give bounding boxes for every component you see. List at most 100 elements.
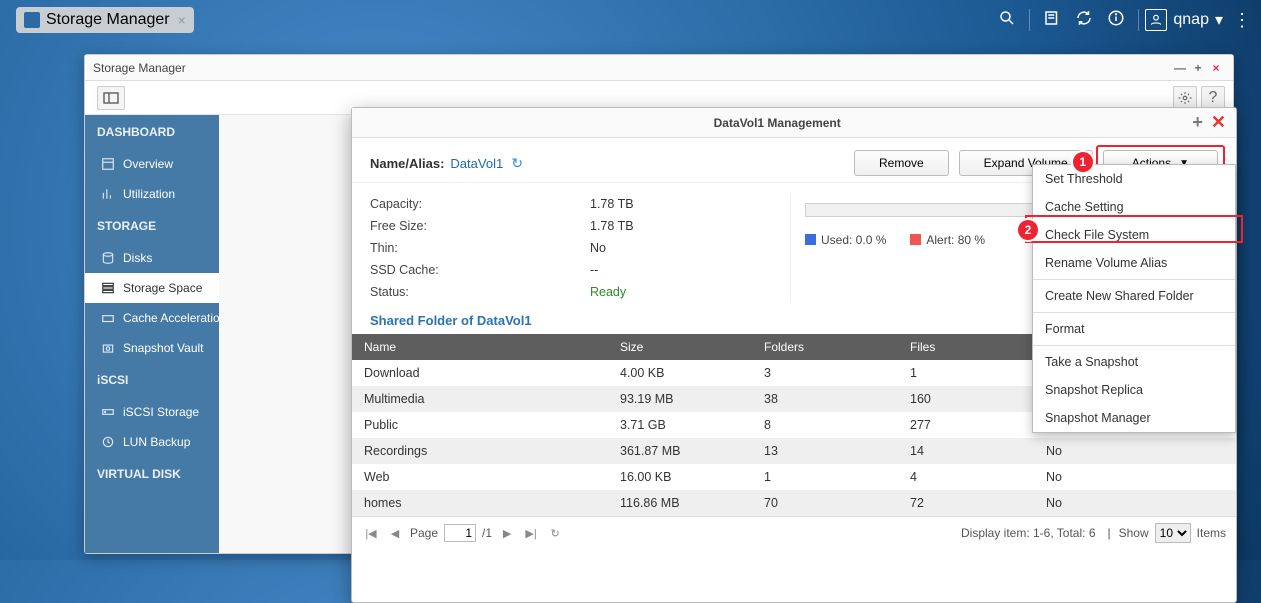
panel-toggle-button[interactable]: [97, 86, 125, 110]
minimize-button[interactable]: —: [1171, 61, 1189, 75]
storage-manager-icon: [24, 12, 40, 28]
maximize-button[interactable]: +: [1189, 61, 1207, 75]
sidebar-item-label: Storage Space: [123, 281, 202, 295]
close-icon[interactable]: ✕: [1211, 112, 1226, 133]
topbar: Storage Manager × qnap ▾ ⋮: [0, 0, 1261, 40]
help-button[interactable]: ?: [1201, 86, 1225, 110]
sidebar-item-lun-backup[interactable]: LUN Backup: [85, 427, 219, 457]
refresh-icon[interactable]: ↻: [511, 155, 523, 172]
sidebar-item-label: Overview: [123, 157, 173, 171]
info-icon[interactable]: [1100, 9, 1132, 32]
dd-rename-volume-alias[interactable]: Rename Volume Alias: [1033, 249, 1235, 277]
col-size[interactable]: Size: [608, 340, 752, 354]
snapshot-icon: [101, 341, 115, 355]
sidebar-item-utilization[interactable]: Utilization: [85, 179, 219, 209]
cell-name: Multimedia: [352, 392, 608, 406]
dd-set-threshold[interactable]: Set Threshold: [1033, 165, 1235, 193]
annotation-badge-1: 1: [1073, 152, 1093, 172]
dropdown-separator: [1033, 345, 1235, 346]
close-icon[interactable]: ×: [178, 12, 186, 28]
pager-next[interactable]: ▶: [498, 527, 516, 540]
sidebar-item-disks[interactable]: Disks: [85, 243, 219, 273]
sidebar-item-cache-acceleration[interactable]: Cache Acceleration: [85, 303, 219, 333]
sidebar-section-storage: STORAGE: [85, 209, 219, 243]
notes-icon[interactable]: [1036, 9, 1068, 32]
sidebar-item-overview[interactable]: Overview: [85, 149, 219, 179]
cell-extra: No: [1034, 496, 1236, 510]
dd-take-snapshot[interactable]: Take a Snapshot: [1033, 348, 1235, 376]
sidebar-item-snapshot-vault[interactable]: Snapshot Vault: [85, 333, 219, 363]
cell-extra: No: [1034, 444, 1236, 458]
cell-files: 72: [898, 496, 1034, 510]
iscsi-icon: [101, 405, 115, 419]
pager-prev[interactable]: ◀: [386, 527, 404, 540]
pager-refresh-icon[interactable]: ↻: [546, 527, 564, 540]
sidebar-item-label: iSCSI Storage: [123, 405, 199, 419]
more-icon[interactable]: ⋮: [1233, 10, 1251, 31]
sync-icon[interactable]: [1068, 9, 1100, 32]
sidebar-item-label: LUN Backup: [123, 435, 190, 449]
add-button[interactable]: +: [1192, 112, 1203, 133]
table-row[interactable]: Web16.00 KB14No: [352, 464, 1236, 490]
col-name[interactable]: Name: [352, 340, 608, 354]
pager-first[interactable]: |◀: [362, 527, 380, 540]
dropdown-separator: [1033, 312, 1235, 313]
sidebar-item-label: Snapshot Vault: [123, 341, 204, 355]
sidebar-section-iscsi: iSCSI: [85, 363, 219, 397]
close-button[interactable]: ×: [1207, 61, 1225, 75]
pager-items-label: Items: [1197, 526, 1226, 540]
dialog-titlebar: DataVol1 Management + ✕: [352, 108, 1236, 138]
cache-icon: [101, 311, 115, 325]
dd-snapshot-replica[interactable]: Snapshot Replica: [1033, 376, 1235, 404]
sidebar-item-label: Disks: [123, 251, 152, 265]
table-row[interactable]: Recordings361.87 MB1314No: [352, 438, 1236, 464]
free-size-label: Free Size:: [370, 219, 590, 233]
legend-alert-label: Alert: 80 %: [926, 233, 985, 247]
pager-page-label: Page: [410, 526, 438, 540]
dropdown-separator: [1033, 279, 1235, 280]
dd-create-shared-folder[interactable]: Create New Shared Folder: [1033, 282, 1235, 310]
cell-size: 4.00 KB: [608, 366, 752, 380]
pager-page-total: /1: [482, 526, 492, 540]
sidebar-section-virtual-disk: VIRTUAL DISK: [85, 457, 219, 491]
dd-snapshot-manager[interactable]: Snapshot Manager: [1033, 404, 1235, 432]
legend-alert-swatch: [910, 234, 921, 245]
cell-folders: 70: [752, 496, 898, 510]
col-folders[interactable]: Folders: [752, 340, 898, 354]
capacity-value: 1.78 TB: [590, 197, 634, 211]
pager-last[interactable]: ▶|: [522, 527, 540, 540]
dd-check-file-system[interactable]: Check File System: [1033, 221, 1235, 249]
sidebar-item-storage-space[interactable]: Storage Space: [85, 273, 219, 303]
cell-name: Public: [352, 418, 608, 432]
cell-size: 361.87 MB: [608, 444, 752, 458]
window-titlebar: Storage Manager — + ×: [85, 55, 1233, 81]
free-size-value: 1.78 TB: [590, 219, 634, 233]
cell-size: 93.19 MB: [608, 392, 752, 406]
cell-folders: 38: [752, 392, 898, 406]
cell-files: 277: [898, 418, 1034, 432]
table-row[interactable]: homes116.86 MB7072No: [352, 490, 1236, 516]
dd-format[interactable]: Format: [1033, 315, 1235, 343]
sidebar-item-iscsi-storage[interactable]: iSCSI Storage: [85, 397, 219, 427]
legend-alert: Alert: 80 %: [910, 233, 985, 247]
pager: |◀ ◀ Page /1 ▶ ▶| ↻ Display item: 1-6, T…: [352, 516, 1236, 549]
pager-show-select[interactable]: 10: [1155, 523, 1191, 543]
dialog-title: DataVol1 Management: [362, 116, 1192, 130]
cell-extra: No: [1034, 470, 1236, 484]
legend-used-swatch: [805, 234, 816, 245]
remove-button[interactable]: Remove: [854, 150, 949, 176]
pager-show-label: Show: [1119, 526, 1149, 540]
name-alias-label: Name/Alias:: [370, 156, 444, 171]
cell-size: 3.71 GB: [608, 418, 752, 432]
cell-name: homes: [352, 496, 608, 510]
user-menu[interactable]: qnap ▾: [1145, 9, 1223, 31]
search-icon[interactable]: [991, 9, 1023, 32]
pager-page-input[interactable]: [444, 524, 476, 542]
col-files[interactable]: Files: [898, 340, 1034, 354]
main-area: Manage DataVol1 Management + ✕ Name/Alia…: [219, 115, 1233, 553]
thin-label: Thin:: [370, 241, 590, 255]
taskbar-tab[interactable]: Storage Manager ×: [16, 7, 194, 33]
gear-button[interactable]: [1173, 86, 1197, 110]
actions-dropdown: Set Threshold Cache Setting Check File S…: [1032, 164, 1236, 433]
dd-cache-setting[interactable]: Cache Setting: [1033, 193, 1235, 221]
